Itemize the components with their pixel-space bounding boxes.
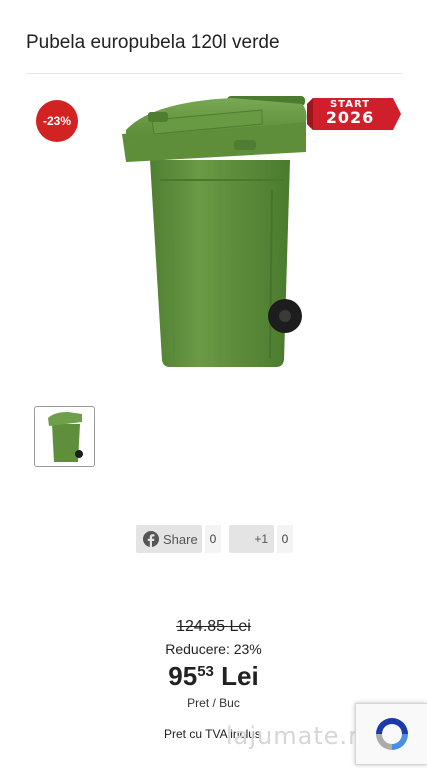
discount-badge: -23% [36,100,78,142]
plus-one-count: 0 [277,525,293,553]
page-title: Pubela europubela 120l verde [26,32,280,53]
ribbon-year-text: 2026 [325,108,375,127]
facebook-icon [143,531,159,547]
product-main-image[interactable] [112,90,312,372]
product-thumbnail[interactable] [34,406,95,467]
site-watermark: lajumate.ro [226,722,375,750]
current-price: 9553 Lei [0,661,427,692]
title-divider [26,73,402,74]
facebook-share-button[interactable]: Share [136,525,202,553]
price-currency: Lei [221,661,259,691]
thumbnail-bin-image [47,411,83,462]
recaptcha-icon [375,718,408,750]
price-whole: 95 [168,661,198,691]
old-price: 124.85 Lei [176,618,251,635]
share-count: 0 [205,525,221,553]
recaptcha-badge[interactable] [355,703,427,765]
discount-text: Reducere: 23% [165,641,262,657]
share-label: Share [163,531,198,547]
plus-one-button[interactable]: +1 [229,525,274,553]
price-cents: 53 [197,663,214,680]
